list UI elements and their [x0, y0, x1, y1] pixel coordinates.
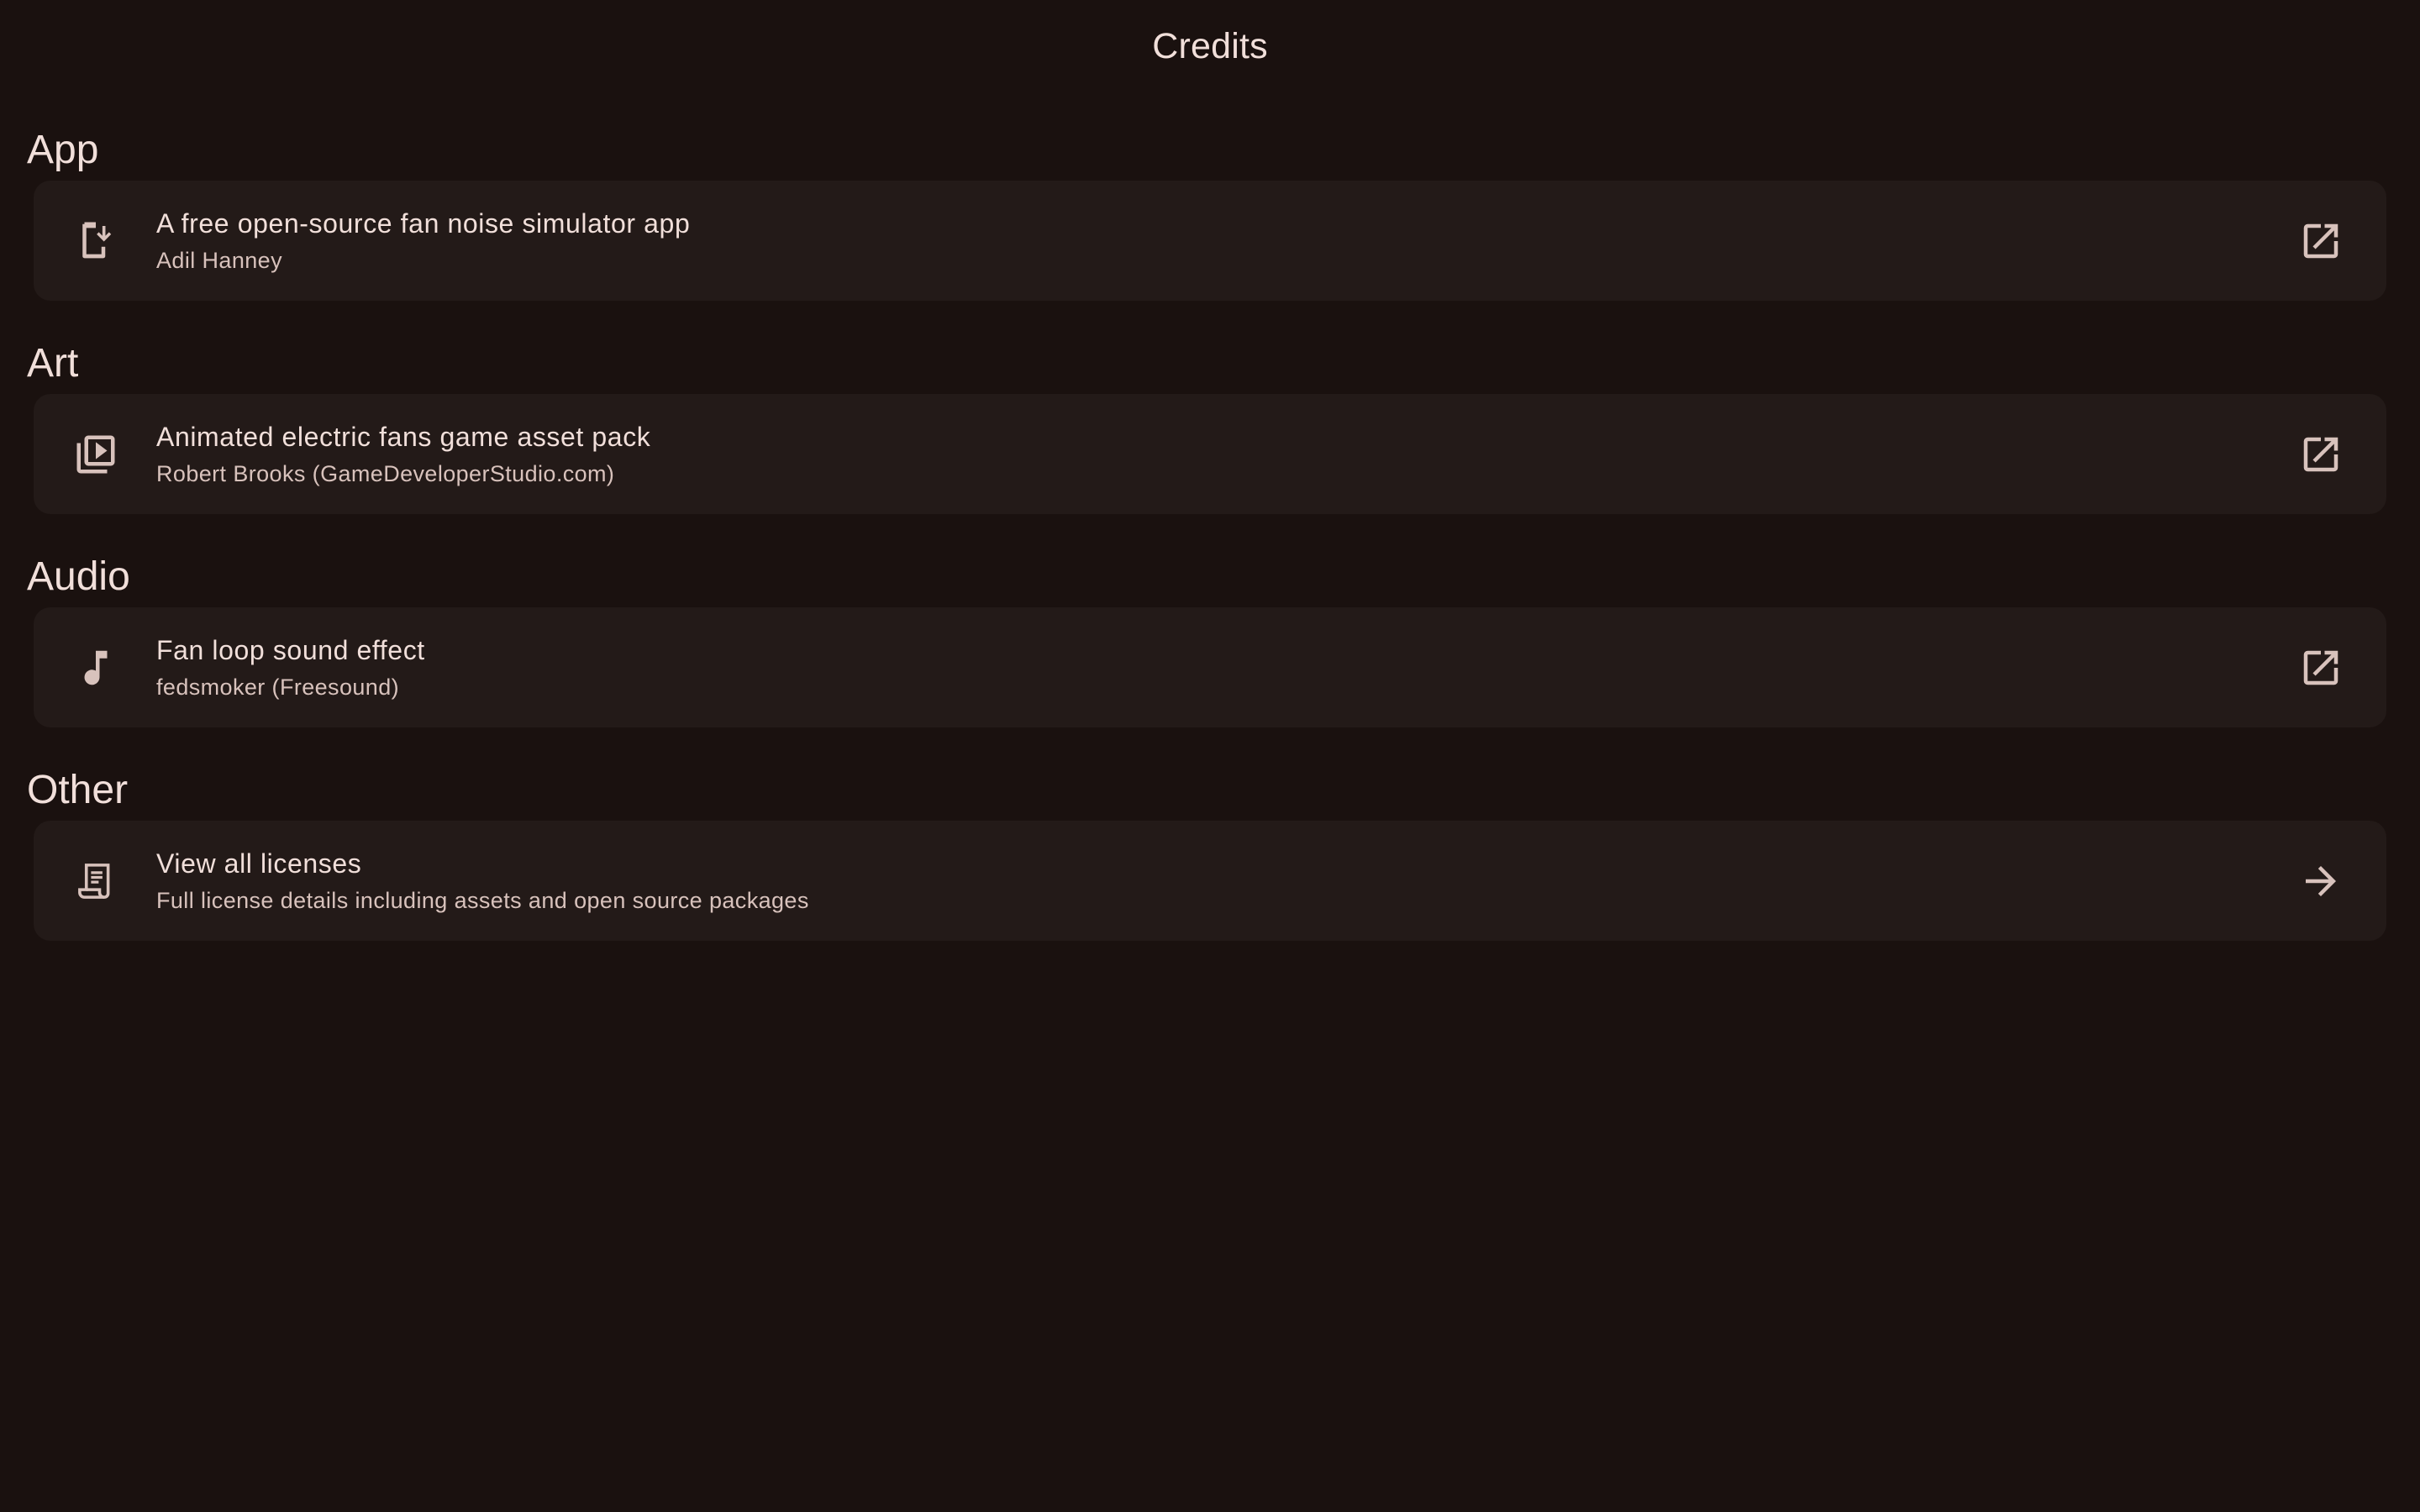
app-bar: Credits	[0, 0, 2420, 92]
item-headline: Animated electric fans game asset pack	[156, 421, 651, 452]
section-title-other: Other	[27, 768, 129, 812]
section-title-audio: Audio	[27, 554, 130, 599]
credits-page: Credits App A free open-source fan noise…	[0, 0, 2420, 1512]
section-art: Art Animated electric fans game asset pa…	[0, 333, 2420, 514]
item-headline: A free open-source fan noise simulator a…	[156, 207, 691, 239]
arrow-forward-icon[interactable]	[2289, 849, 2353, 913]
item-headline: Fan loop sound effect	[156, 634, 425, 665]
page-title: Credits	[1152, 25, 1268, 66]
open-in-new-icon[interactable]	[2289, 423, 2353, 486]
open-in-new-icon[interactable]	[2289, 636, 2353, 700]
section-audio: Audio Fan loop sound effect fedsmoker (F…	[0, 546, 2420, 727]
music-note-icon	[64, 636, 128, 700]
credit-item-audio[interactable]: Fan loop sound effect fedsmoker (Freesou…	[34, 607, 2386, 727]
section-title-art: Art	[27, 341, 79, 386]
view-all-licenses-item[interactable]: View all licenses Full license details i…	[34, 821, 2386, 941]
section-app: App A free open-source fan noise simulat…	[0, 119, 2420, 301]
credit-item-app[interactable]: A free open-source fan noise simulator a…	[34, 181, 2386, 301]
item-supporting-text: Robert Brooks (GameDeveloperStudio.com)	[156, 460, 615, 486]
item-headline: View all licenses	[156, 848, 362, 879]
item-supporting-text: Adil Hanney	[156, 247, 282, 273]
item-supporting-text: Full license details including assets an…	[156, 887, 809, 913]
receipt-long-icon	[64, 849, 128, 913]
open-in-new-icon[interactable]	[2289, 209, 2353, 273]
video-library-icon	[64, 423, 128, 486]
credit-item-art[interactable]: Animated electric fans game asset pack R…	[34, 394, 2386, 514]
install-mobile-icon	[64, 209, 128, 273]
section-title-app: App	[27, 128, 99, 172]
section-other: Other View all licenses Full license det…	[0, 759, 2420, 941]
item-supporting-text: fedsmoker (Freesound)	[156, 674, 400, 700]
